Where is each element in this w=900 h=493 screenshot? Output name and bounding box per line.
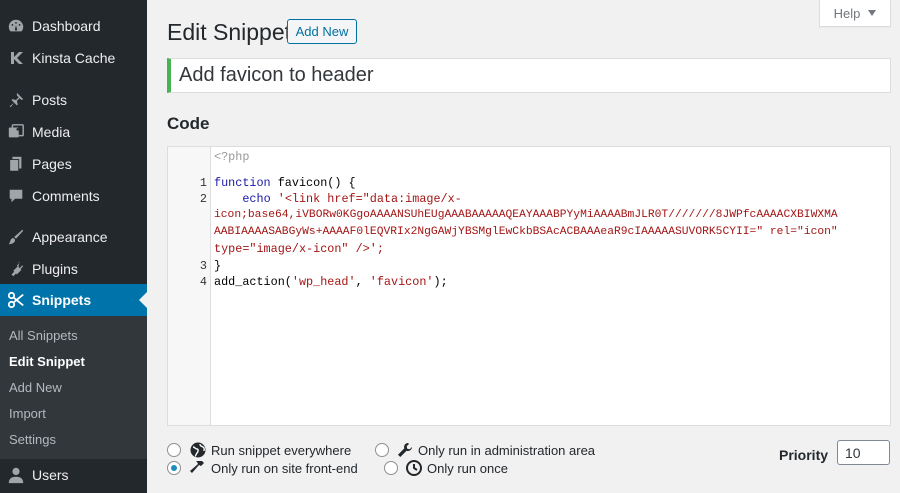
sidebar-item-label: Dashboard (32, 18, 101, 34)
submenu-import[interactable]: Import (9, 406, 46, 421)
sidebar-item-label: Plugins (32, 261, 78, 277)
code-line-2-wrap-3: type="image/x-icon" />'; (214, 242, 384, 256)
sidebar-item-label: Media (32, 124, 71, 140)
submenu-edit-snippet[interactable]: Edit Snippet (9, 354, 85, 369)
code-text: , (355, 275, 370, 289)
code-line-4: add_action('wp_head', 'favicon'); (214, 275, 448, 289)
admin-sidebar: Dashboard Kinsta Cache Posts Media Pages… (0, 0, 147, 493)
code-keyword: echo (242, 192, 271, 206)
sidebar-item-label: Posts (32, 92, 68, 108)
sidebar-item-appearance[interactable]: Appearance (0, 221, 147, 253)
line-number-gutter: 1 2 3 4 (168, 147, 211, 425)
code-text: add_action( (214, 275, 292, 289)
sidebar-item-label: Users (32, 467, 69, 483)
sidebar-item-kinsta-cache[interactable]: Kinsta Cache (0, 42, 147, 74)
code-string: 'favicon' (369, 275, 434, 289)
media-icon (6, 122, 26, 142)
sidebar-item-label: Comments (32, 188, 100, 204)
line-number: 2 (199, 192, 207, 206)
help-label: Help (833, 5, 861, 21)
code-keyword: function (214, 176, 271, 190)
help-button[interactable]: Help (819, 0, 891, 27)
option-label-front-end[interactable]: Only run on site front-end (211, 461, 358, 476)
dashboard-icon (6, 16, 26, 36)
page-title: Edit Snippet (167, 19, 292, 45)
code-string: 'wp_head' (291, 275, 356, 289)
code-heading: Code (167, 114, 210, 133)
scissors-icon (6, 290, 26, 310)
kinsta-icon (6, 48, 26, 68)
php-open-tag: <?php (214, 150, 250, 164)
pushpin-icon (6, 90, 26, 110)
radio-admin-only[interactable] (375, 443, 389, 457)
code-line-2-wrap-2: AABIAAAASABGyWs+AAAAF0lEQVRIx2NgGAWjYBSM… (214, 226, 838, 238)
pages-icon (6, 154, 26, 174)
submenu-settings[interactable]: Settings (9, 432, 56, 447)
sidebar-item-label: Snippets (32, 292, 92, 308)
sidebar-item-label: Pages (32, 156, 72, 172)
sidebar-item-pages[interactable]: Pages (0, 148, 147, 180)
line-number: 4 (199, 275, 207, 289)
caret-down-icon (868, 10, 877, 16)
sidebar-item-snippets[interactable]: Snippets (0, 284, 147, 316)
radio-run-everywhere[interactable] (167, 443, 181, 457)
code-line-2: echo '<link href="data:image/x- (214, 192, 462, 206)
sidebar-item-users[interactable]: Users (0, 459, 147, 491)
submenu-add-new[interactable]: Add New (9, 380, 62, 395)
snippets-submenu: All Snippets Edit Snippet Add New Import… (0, 316, 147, 459)
snippet-title-input[interactable]: Add favicon to header (167, 58, 891, 93)
line-number: 1 (199, 176, 207, 190)
radio-run-once[interactable] (384, 461, 398, 475)
paintbrush-icon (6, 227, 26, 247)
radio-front-end[interactable] (167, 461, 181, 475)
priority-label: Priority (779, 447, 829, 463)
sidebar-item-posts[interactable]: Posts (0, 84, 147, 116)
code-line-2-wrap-1: icon;base64,iVBORw0KGgoAAAANSUhEUgAAABAA… (214, 209, 838, 221)
code-text: ); (433, 275, 448, 289)
globe-icon (190, 442, 206, 458)
clock-icon (406, 460, 422, 476)
sidebar-item-plugins[interactable]: Plugins (0, 253, 147, 285)
option-label-run-once[interactable]: Only run once (427, 461, 508, 476)
sidebar-item-media[interactable]: Media (0, 116, 147, 148)
sidebar-item-label: Kinsta Cache (32, 50, 116, 66)
users-icon (6, 465, 26, 485)
code-string: '<link href="data:image/x- (270, 192, 462, 206)
hammer-icon (190, 460, 206, 476)
option-label-run-everywhere[interactable]: Run snippet everywhere (211, 443, 351, 458)
submenu-all-snippets[interactable]: All Snippets (9, 328, 78, 343)
code-editor[interactable]: 1 2 3 4 <?php function favicon() { echo … (167, 146, 891, 426)
sidebar-item-dashboard[interactable]: Dashboard (0, 10, 147, 42)
line-number: 3 (199, 259, 207, 273)
priority-input[interactable]: 10 (837, 440, 890, 465)
option-label-admin-only[interactable]: Only run in administration area (418, 443, 595, 458)
comments-icon (6, 186, 26, 206)
plugins-icon (6, 259, 26, 279)
sidebar-item-comments[interactable]: Comments (0, 180, 147, 212)
code-line-3: } (214, 259, 222, 273)
code-line-1: function favicon() { (214, 176, 356, 190)
sidebar-item-label: Appearance (32, 229, 108, 245)
add-new-button[interactable]: Add New (287, 19, 357, 44)
wrench-icon (397, 442, 413, 458)
code-text: favicon() { (270, 176, 356, 190)
